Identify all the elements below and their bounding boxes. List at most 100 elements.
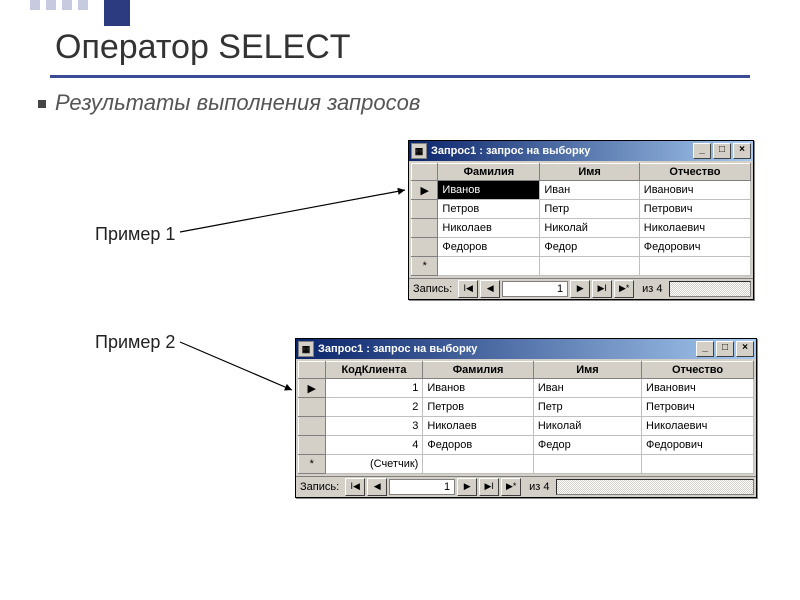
cell[interactable]: Николай <box>540 219 639 238</box>
cell[interactable]: Петрович <box>639 200 750 219</box>
slide-decor <box>30 0 130 26</box>
horizontal-scrollbar[interactable] <box>556 479 754 495</box>
row-marker[interactable] <box>412 238 438 257</box>
row-marker[interactable] <box>412 200 438 219</box>
column-header[interactable]: Имя <box>540 164 639 181</box>
row-marker[interactable] <box>299 398 326 417</box>
cell[interactable]: Иван <box>540 181 639 200</box>
nav-last-button[interactable]: ▶I <box>479 478 499 496</box>
cell[interactable]: Николай <box>533 417 641 436</box>
maximize-button[interactable]: □ <box>713 143 731 159</box>
minimize-button[interactable]: _ <box>693 143 711 159</box>
data-grid[interactable]: ФамилияИмяОтчество▶ИвановИванИвановичПет… <box>411 163 751 276</box>
cell[interactable]: Петров <box>438 200 540 219</box>
nav-next-button[interactable]: ▶ <box>570 280 590 298</box>
data-grid[interactable]: КодКлиентаФамилияИмяОтчество▶1ИвановИван… <box>298 361 754 474</box>
cell[interactable] <box>533 455 641 474</box>
cell[interactable] <box>438 257 540 276</box>
nav-last-button[interactable]: ▶I <box>592 280 612 298</box>
nav-label: Запись: <box>413 283 452 295</box>
cell[interactable] <box>540 257 639 276</box>
nav-prev-button[interactable]: ◀ <box>367 478 387 496</box>
table-row[interactable]: 2ПетровПетрПетрович <box>299 398 754 417</box>
row-marker[interactable] <box>299 417 326 436</box>
row-selector-header <box>299 362 326 379</box>
query-window-2: ▦ Запрос1 : запрос на выборку _ □ × КодК… <box>295 338 757 498</box>
cell[interactable]: Федорович <box>642 436 754 455</box>
nav-prev-button[interactable]: ◀ <box>480 280 500 298</box>
cell[interactable]: Иванов <box>438 181 540 200</box>
window-title: Запрос1 : запрос на выборку <box>318 343 694 355</box>
cell[interactable]: (Счетчик) <box>325 455 423 474</box>
cell[interactable]: Петр <box>533 398 641 417</box>
cell[interactable]: Петров <box>423 398 534 417</box>
nav-first-button[interactable]: I◀ <box>345 478 365 496</box>
bullet-icon <box>38 100 46 108</box>
cell[interactable] <box>639 257 750 276</box>
cell[interactable]: 2 <box>325 398 423 417</box>
row-marker[interactable]: * <box>412 257 438 276</box>
close-button[interactable]: × <box>733 143 751 159</box>
cell[interactable]: Николаевич <box>639 219 750 238</box>
cell[interactable]: Николаев <box>423 417 534 436</box>
row-marker[interactable] <box>299 436 326 455</box>
row-marker[interactable]: ▶ <box>412 181 438 200</box>
page-title: Оператор SELECT <box>55 28 351 67</box>
table-row[interactable]: ПетровПетрПетрович <box>412 200 751 219</box>
column-header[interactable]: Фамилия <box>438 164 540 181</box>
column-header[interactable]: Отчество <box>642 362 754 379</box>
column-header[interactable]: Отчество <box>639 164 750 181</box>
cell[interactable]: Николаевич <box>642 417 754 436</box>
table-row[interactable]: ▶1ИвановИванИванович <box>299 379 754 398</box>
cell[interactable]: Петр <box>540 200 639 219</box>
titlebar[interactable]: ▦ Запрос1 : запрос на выборку _ □ × <box>409 141 753 161</box>
close-button[interactable]: × <box>736 341 754 357</box>
cell[interactable]: Федор <box>533 436 641 455</box>
nav-next-button[interactable]: ▶ <box>457 478 477 496</box>
table-row[interactable]: * <box>412 257 751 276</box>
column-header[interactable]: КодКлиента <box>325 362 423 379</box>
cell[interactable]: Иванов <box>423 379 534 398</box>
cell[interactable]: Федоров <box>438 238 540 257</box>
cell[interactable]: Федор <box>540 238 639 257</box>
cell[interactable]: Иван <box>533 379 641 398</box>
record-navigator: Запись: I◀ ◀ 1 ▶ ▶I ▶* из 4 <box>296 476 756 497</box>
cell[interactable]: Иванович <box>642 379 754 398</box>
nav-first-button[interactable]: I◀ <box>458 280 478 298</box>
column-header[interactable]: Имя <box>533 362 641 379</box>
column-header[interactable]: Фамилия <box>423 362 534 379</box>
cell[interactable]: Федоров <box>423 436 534 455</box>
title-underline <box>50 75 750 78</box>
row-marker[interactable] <box>412 219 438 238</box>
cell[interactable]: 1 <box>325 379 423 398</box>
cell[interactable]: Николаев <box>438 219 540 238</box>
titlebar[interactable]: ▦ Запрос1 : запрос на выборку _ □ × <box>296 339 756 359</box>
table-row[interactable]: ФедоровФедорФедорович <box>412 238 751 257</box>
nav-record-count: из 4 <box>642 283 662 295</box>
row-marker[interactable]: ▶ <box>299 379 326 398</box>
maximize-button[interactable]: □ <box>716 341 734 357</box>
table-row[interactable]: ▶ИвановИванИванович <box>412 181 751 200</box>
minimize-button[interactable]: _ <box>696 341 714 357</box>
cell[interactable]: Петрович <box>642 398 754 417</box>
nav-new-button[interactable]: ▶* <box>501 478 521 496</box>
cell[interactable]: Федорович <box>639 238 750 257</box>
nav-current-record[interactable]: 1 <box>389 479 455 495</box>
example2-label: Пример 2 <box>95 332 175 353</box>
nav-current-record[interactable]: 1 <box>502 281 568 297</box>
cell[interactable]: Иванович <box>639 181 750 200</box>
app-icon: ▦ <box>411 143 427 159</box>
nav-new-button[interactable]: ▶* <box>614 280 634 298</box>
table-row[interactable]: 3НиколаевНиколайНиколаевич <box>299 417 754 436</box>
table-row[interactable]: НиколаевНиколайНиколаевич <box>412 219 751 238</box>
cell[interactable] <box>642 455 754 474</box>
horizontal-scrollbar[interactable] <box>669 281 751 297</box>
subtitle: Результаты выполнения запросов <box>55 90 420 116</box>
table-row[interactable]: 4ФедоровФедорФедорович <box>299 436 754 455</box>
cell[interactable]: 3 <box>325 417 423 436</box>
window-title: Запрос1 : запрос на выборку <box>431 145 691 157</box>
table-row[interactable]: *(Счетчик) <box>299 455 754 474</box>
cell[interactable] <box>423 455 534 474</box>
row-marker[interactable]: * <box>299 455 326 474</box>
cell[interactable]: 4 <box>325 436 423 455</box>
